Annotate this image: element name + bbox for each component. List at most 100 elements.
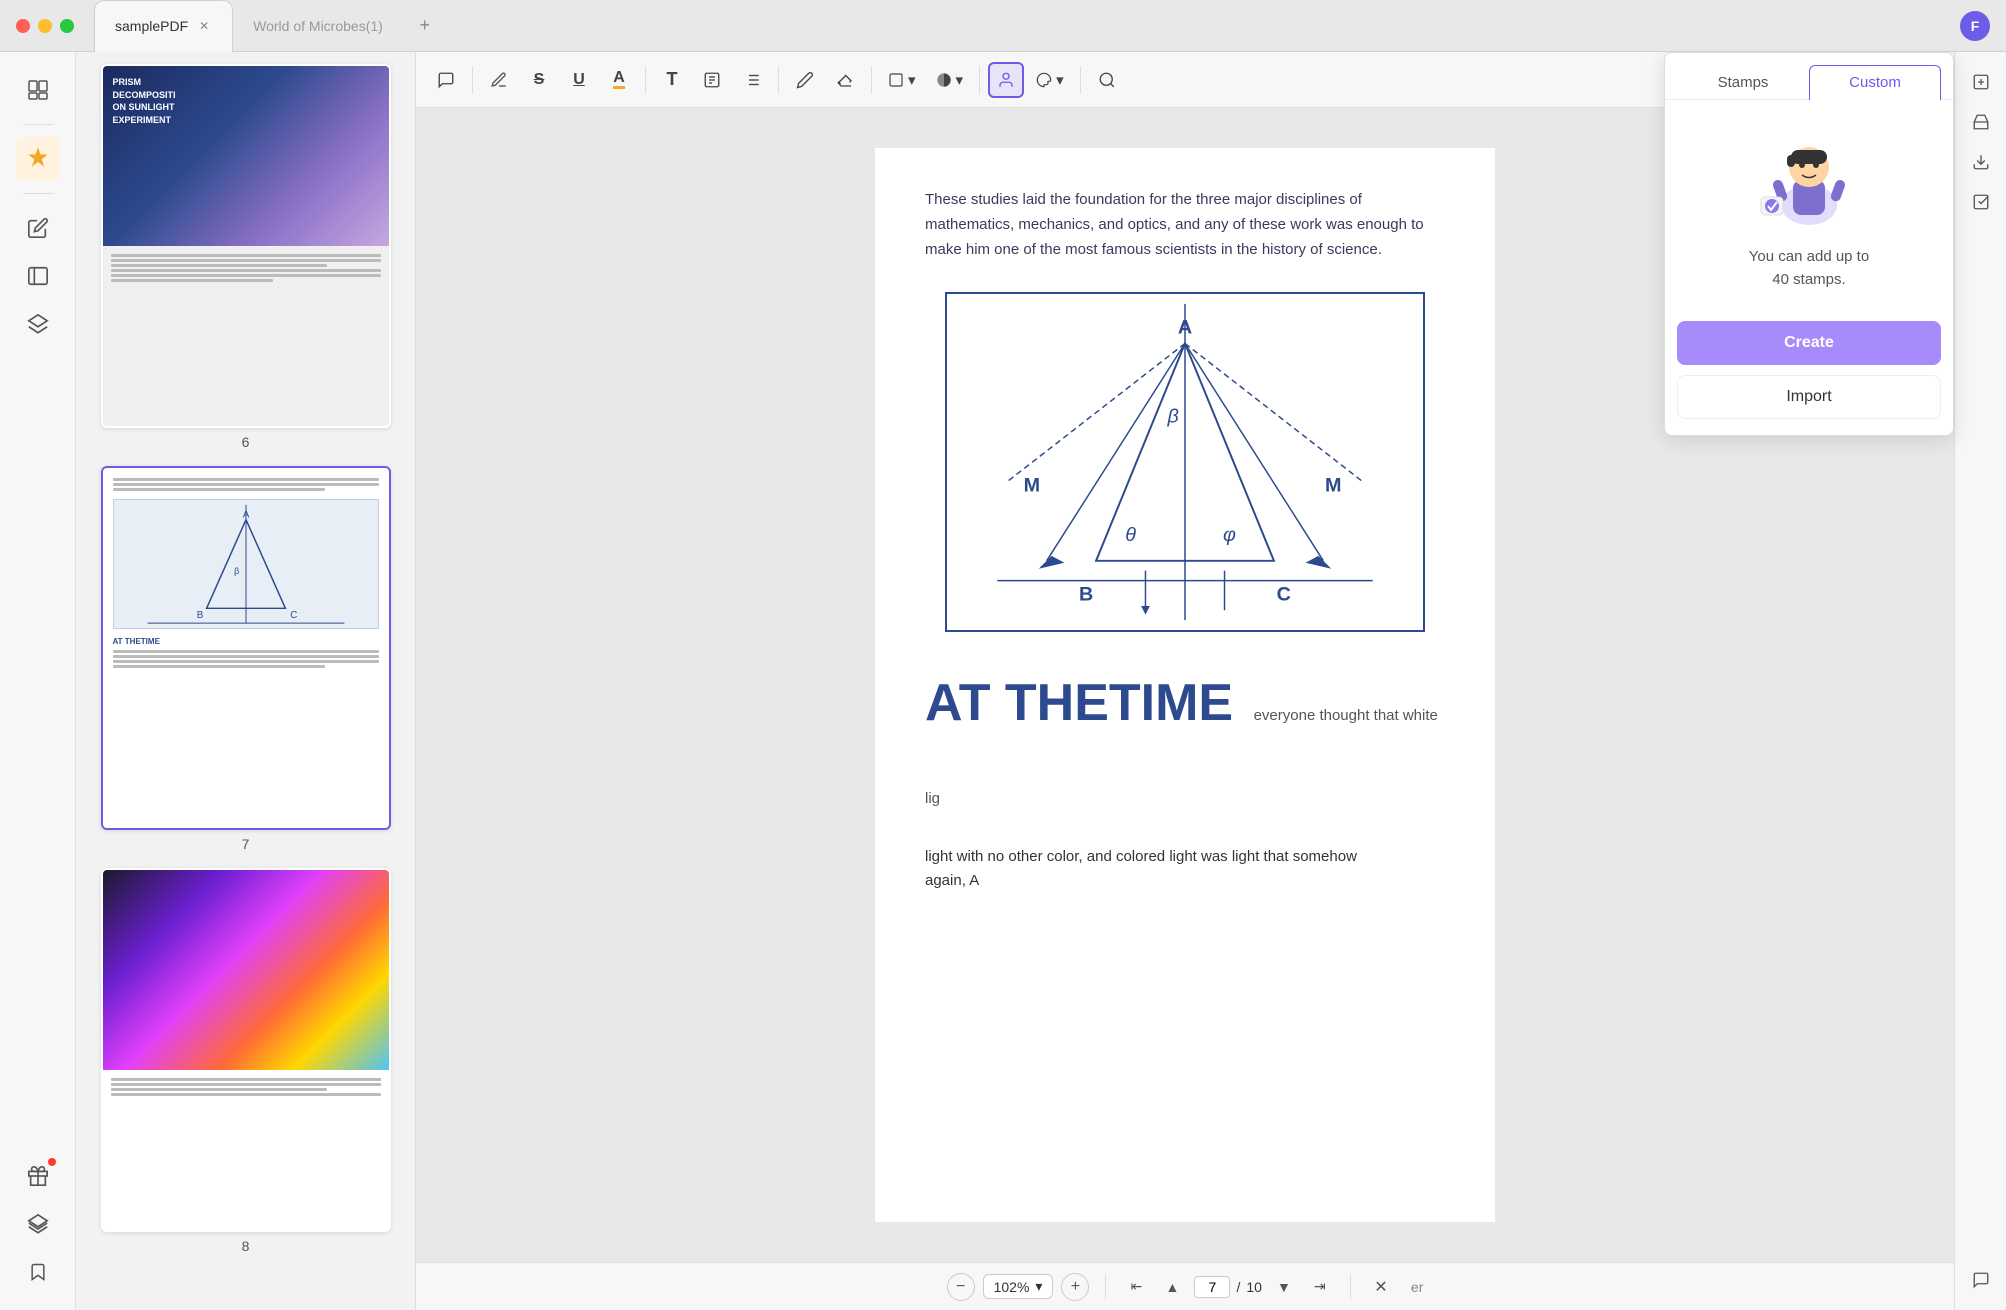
strikethrough-icon: S [534,71,545,89]
right-check-button[interactable] [1963,184,1999,220]
text-line [113,660,379,663]
stamps-content: You can add up to40 stamps. [1665,100,1953,321]
svg-text:M: M [1325,475,1341,497]
thumb-item-page8: 8 [88,868,403,1254]
svg-text:A: A [242,510,249,521]
svg-text:B: B [1079,584,1093,606]
sidebar-icon-gift[interactable] [16,1154,60,1198]
tab-close-button[interactable]: ✕ [196,18,212,34]
right-area: Stamps Custom [1954,52,2006,1310]
sidebar-icon-layers-b[interactable] [16,1202,60,1246]
toolbar-sep-1 [472,66,473,94]
bottom-bar: − 102% ▾ + ⇤ ▲ / 10 ▼ ⇥ ✕ er [416,1262,1954,1310]
right-scan-button[interactable] [1963,64,1999,100]
close-traffic-light[interactable] [16,19,30,33]
thumb-page6-title: PRISMDECOMPOSITION SUNLIGHTEXPERIMENT [113,76,176,126]
page-number-input[interactable] [1194,1276,1230,1298]
stamps-character-svg [1749,125,1869,235]
right-download-button[interactable] [1963,144,1999,180]
app-body: PRISMDECOMPOSITION SUNLIGHTEXPERIMENT [0,52,2006,1310]
create-button[interactable]: Create [1677,321,1941,365]
body-continuation: A [969,872,979,889]
text-line [111,1088,327,1091]
sidebar-divider-2 [23,193,53,194]
page-heading: AT THETIME everyone thought that white l… [925,662,1445,828]
zoom-level: 102% [994,1279,1030,1295]
import-button[interactable]: Import [1677,375,1941,419]
thumb-number-7: 7 [242,836,250,852]
diagram-container: A B C β θ φ M M [925,292,1445,632]
text-line [113,483,379,486]
stamps-message: You can add up to40 stamps. [1749,246,1869,291]
text-color-button[interactable]: A [601,62,637,98]
user-avatar: F [1960,11,1990,41]
first-page-button[interactable]: ⇤ [1122,1273,1150,1301]
zoom-out-button[interactable]: − [947,1273,975,1301]
page-total: 10 [1246,1279,1262,1295]
toolbar-sep-4 [871,66,872,94]
text-line [111,259,381,262]
right-text-button[interactable] [1963,104,1999,140]
tab-custom[interactable]: Custom [1809,65,1941,100]
user-button[interactable] [988,62,1024,98]
textbox-button[interactable] [694,62,730,98]
color-dropdown-arrow: ▾ [956,71,964,89]
search-button[interactable] [1089,62,1125,98]
color-dropdown[interactable]: ▾ [928,62,972,98]
sidebar-icon-pages[interactable] [16,68,60,112]
text-line [111,1093,381,1096]
prev-page-button[interactable]: ▲ [1158,1273,1186,1301]
text-line [113,665,326,668]
thumb-card-page6[interactable]: PRISMDECOMPOSITION SUNLIGHTEXPERIMENT [101,64,391,428]
underline-button[interactable]: U [561,62,597,98]
text-button[interactable]: T [654,62,690,98]
page-text: These studies laid the foundation for th… [925,188,1445,262]
strikethrough-button[interactable]: S [521,62,557,98]
sidebar-icon-highlight[interactable] [16,137,60,181]
thumb-page6-bottom [103,246,389,426]
stamps-tabs: Stamps Custom [1665,53,1953,100]
highlight-button[interactable] [481,62,517,98]
zoom-dropdown-arrow[interactable]: ▾ [1035,1278,1042,1295]
tab-stamps[interactable]: Stamps [1677,65,1809,99]
stamps-illustration [1749,130,1869,230]
zoom-in-button[interactable]: + [1061,1273,1089,1301]
toolbar-sep-2 [645,66,646,94]
tab-world-microbes[interactable]: World of Microbes(1) [233,0,403,52]
right-comment-button[interactable] [1963,1262,1999,1298]
tab-samplepdf-label: samplePDF [115,18,188,34]
palette-dropdown[interactable]: ▾ [1028,62,1072,98]
pencil-button[interactable] [787,62,823,98]
next-page-button[interactable]: ▼ [1270,1273,1298,1301]
sidebar-icon-edit[interactable] [16,206,60,250]
thumb-item-page6: PRISMDECOMPOSITION SUNLIGHTEXPERIMENT [88,64,403,450]
tab-add-button[interactable]: + [411,12,439,40]
right-toolbar [1954,52,2006,1310]
sidebar-icon-organize[interactable] [16,254,60,298]
comment-button[interactable] [428,62,464,98]
minimize-traffic-light[interactable] [38,19,52,33]
thumb-card-page7[interactable]: A B C β AT THETIME [101,466,391,830]
svg-text:θ: θ [1125,524,1136,546]
list-button[interactable] [734,62,770,98]
shape-dropdown[interactable]: ▾ [880,62,924,98]
svg-text:C: C [290,610,297,621]
thumb-card-page8[interactable] [101,868,391,1232]
text-line [113,650,379,653]
svg-text:C: C [1277,584,1291,606]
shape-dropdown-arrow: ▾ [908,71,916,89]
sidebar-icon-layers[interactable] [16,302,60,346]
stamps-buttons: Create Import [1665,321,1953,435]
thumb-img-page6: PRISMDECOMPOSITION SUNLIGHTEXPERIMENT [103,66,389,426]
toolbar-sep-3 [778,66,779,94]
svg-text:A: A [1178,317,1192,339]
tab-samplepdf[interactable]: samplePDF ✕ [94,0,233,52]
fullscreen-traffic-light[interactable] [60,19,74,33]
bottom-sep-1 [1105,1275,1106,1299]
stamps-panel: Stamps Custom [1664,52,1954,436]
sidebar-icon-bookmark[interactable] [16,1250,60,1294]
last-page-button[interactable]: ⇥ [1306,1273,1334,1301]
eraser-button[interactable] [827,62,863,98]
close-search-button[interactable]: ✕ [1367,1273,1395,1301]
svg-text:B: B [196,610,203,621]
